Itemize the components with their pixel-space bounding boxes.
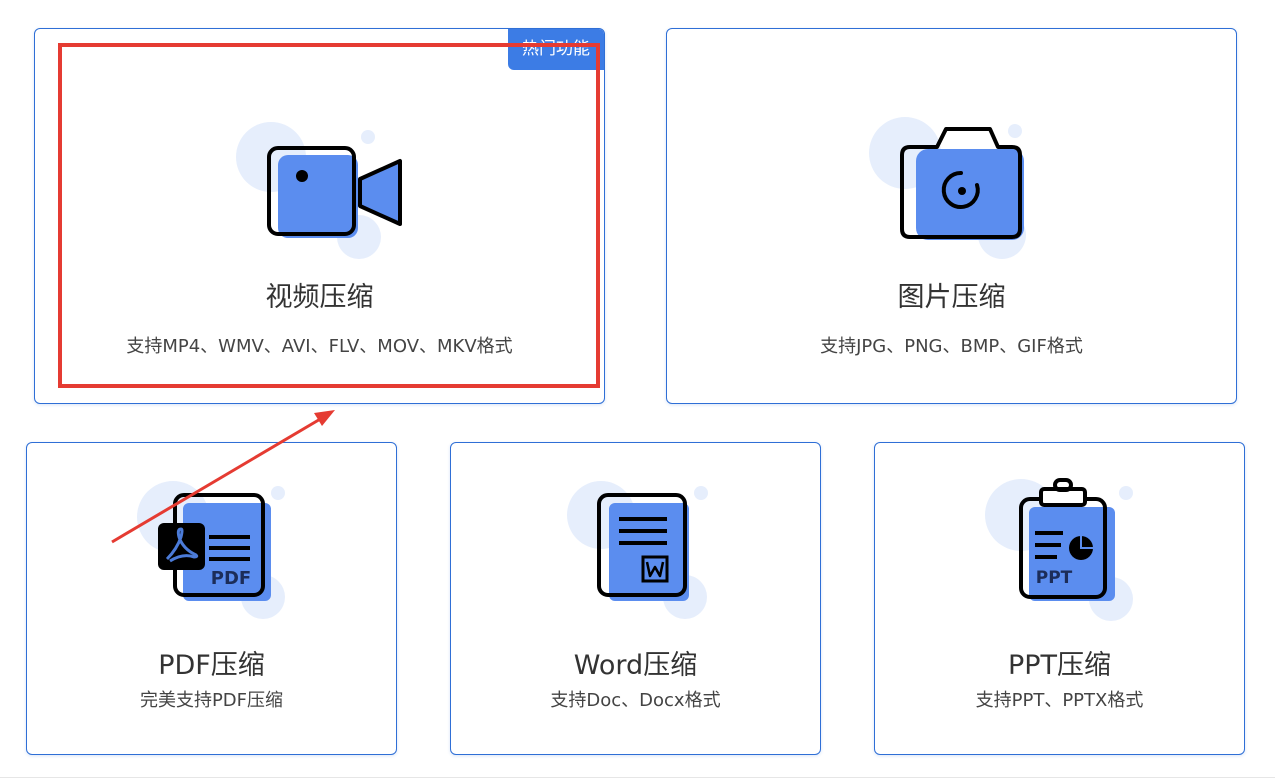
card-description: 完美支持PDF压缩 (139, 690, 284, 711)
video-compress-card[interactable]: 热门功能 视频压缩 支持MP4、WMV、AVI、FLV、MOV、MKV格式 (34, 28, 605, 404)
bottom-divider (0, 777, 1275, 778)
card-title: 视频压缩 (265, 282, 374, 313)
card-title: PPT压缩 (1007, 650, 1112, 681)
card-description: 支持Doc、Docx格式 (550, 690, 721, 711)
ppt-compress-card[interactable]: PPT PPT压缩 支持PPT、PPTX格式 (874, 442, 1245, 755)
card-description: 支持PPT、PPTX格式 (975, 690, 1144, 711)
card-description: 支持MP4、WMV、AVI、FLV、MOV、MKV格式 (126, 336, 513, 357)
card-title: PDF压缩 (158, 650, 265, 681)
hot-feature-badge: 热门功能 (508, 29, 604, 70)
card-title: 图片压缩 (897, 282, 1006, 313)
camera-icon (862, 117, 1042, 267)
pdf-compress-card[interactable]: PDF PDF压缩 完美支持PDF压缩 (26, 442, 397, 755)
pdf-document-icon: PDF (123, 475, 303, 625)
image-compress-card[interactable]: 图片压缩 支持JPG、PNG、BMP、GIF格式 (666, 28, 1237, 404)
svg-text:PPT: PPT (1036, 568, 1073, 588)
card-description: 支持JPG、PNG、BMP、GIF格式 (820, 336, 1083, 357)
svg-text:PDF: PDF (211, 568, 251, 589)
ppt-clipboard-icon: PPT (971, 475, 1151, 625)
word-document-icon (547, 475, 727, 625)
video-camera-icon (230, 117, 410, 267)
card-title: Word压缩 (573, 650, 698, 681)
word-compress-card[interactable]: Word压缩 支持Doc、Docx格式 (450, 442, 821, 755)
